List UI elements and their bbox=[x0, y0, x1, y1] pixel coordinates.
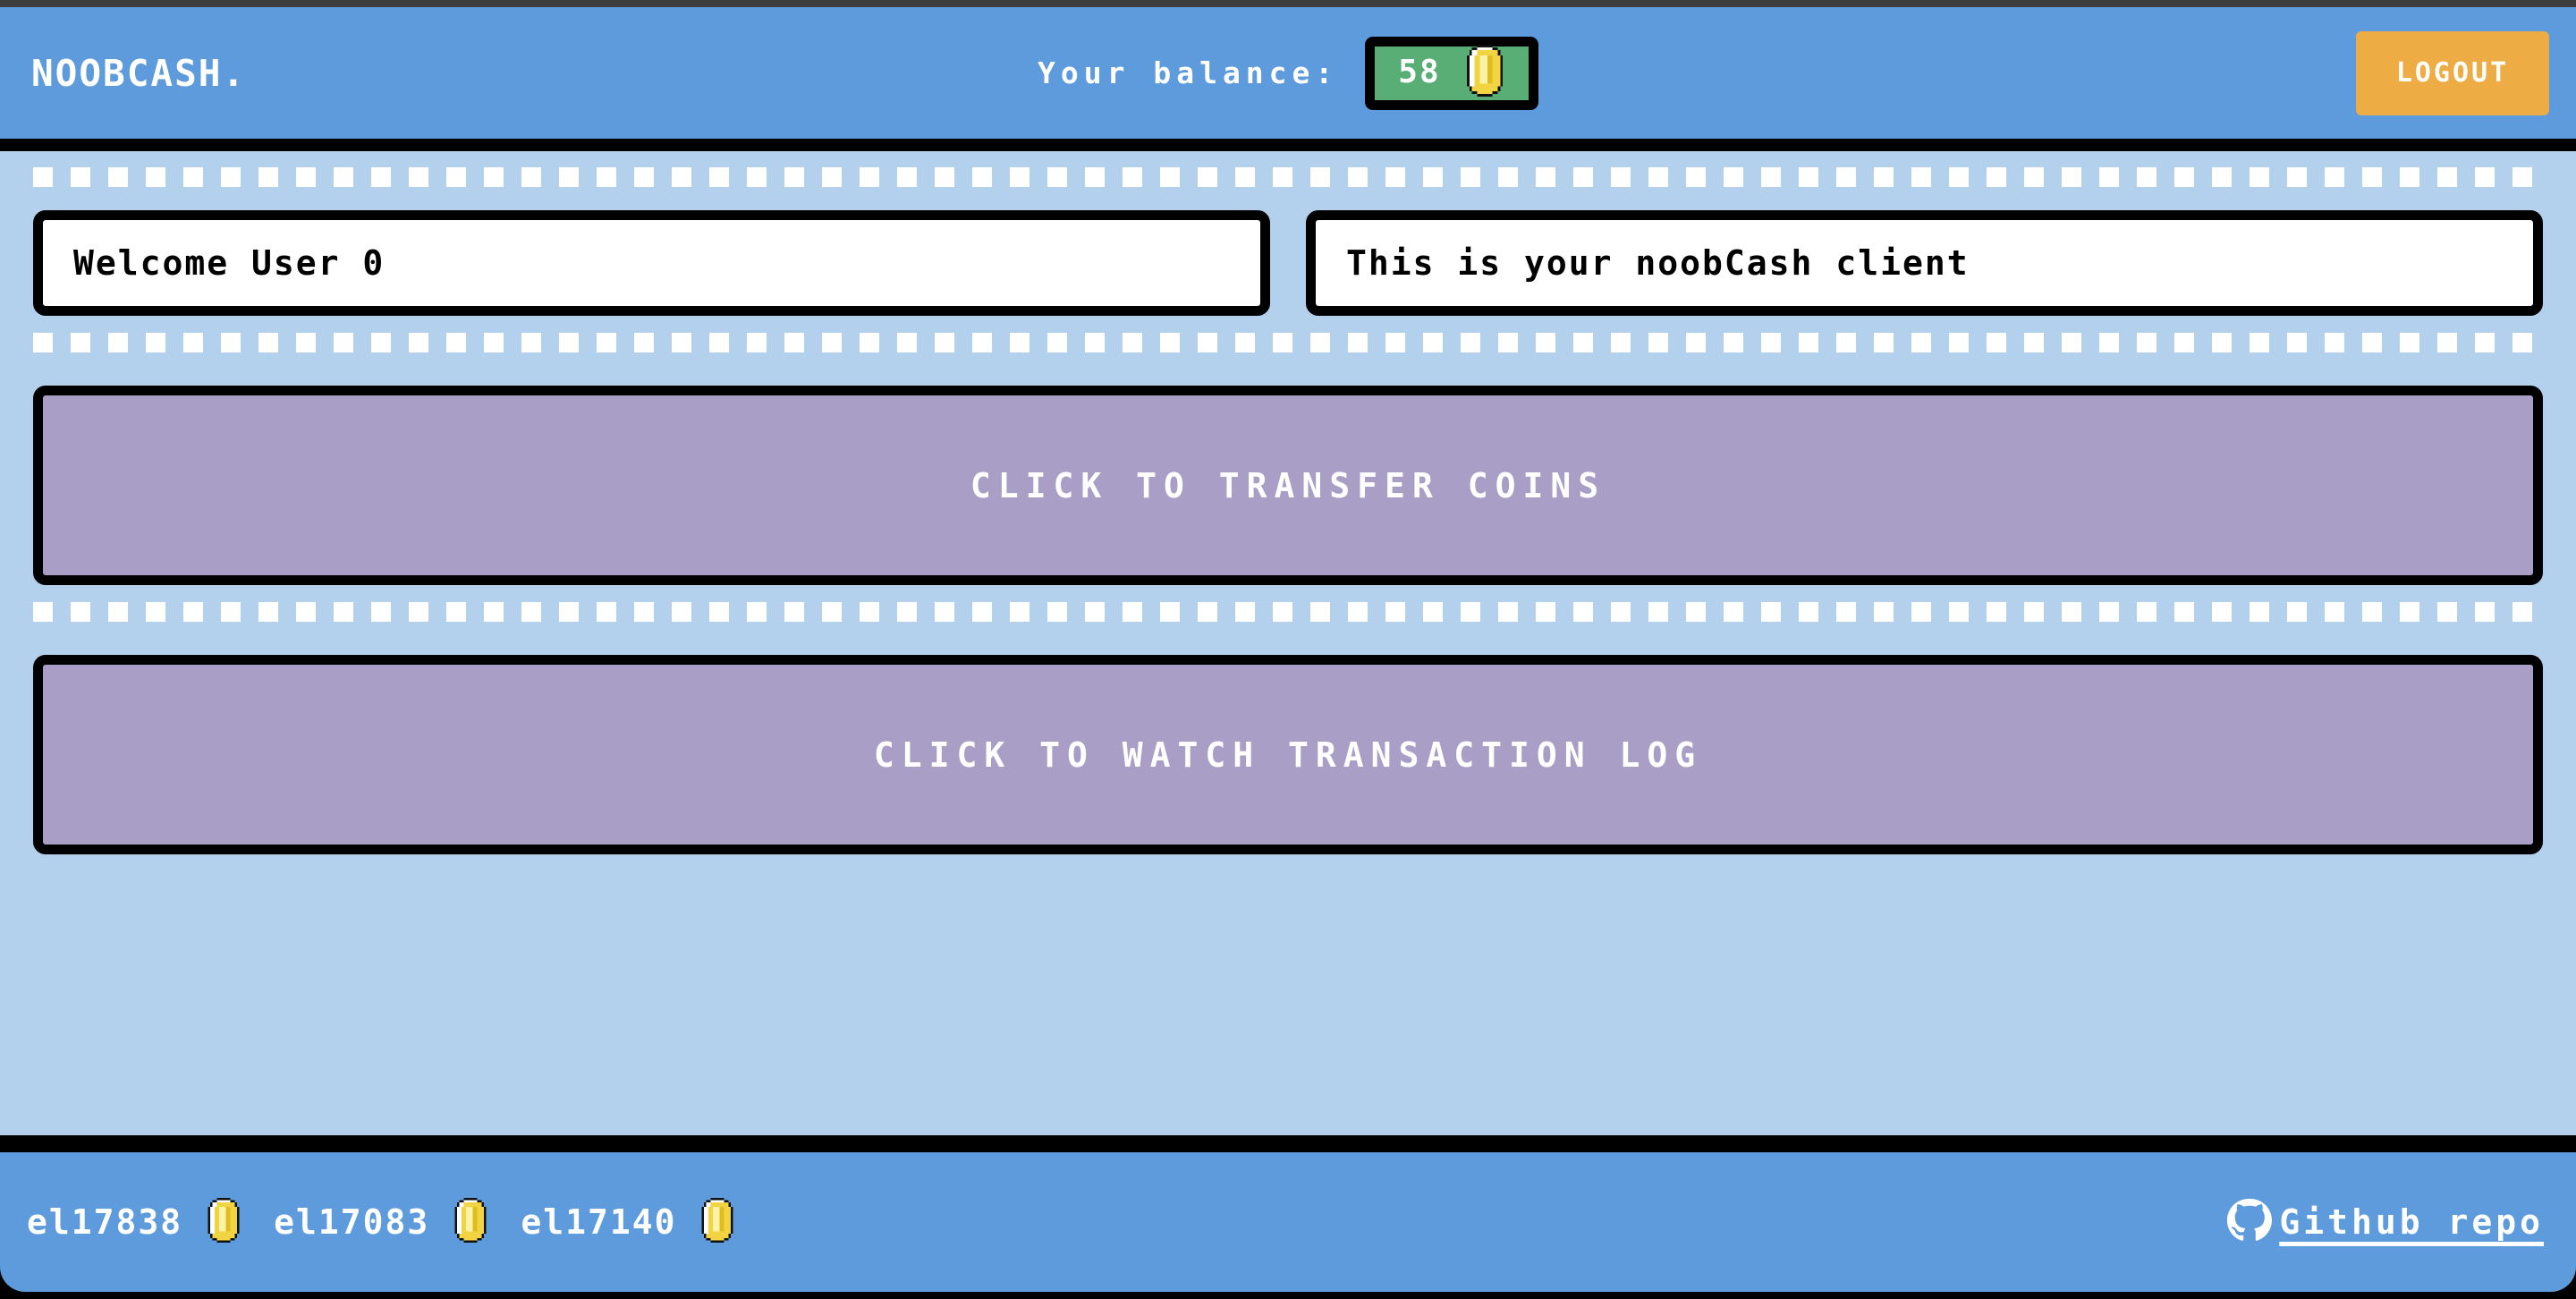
github-icon bbox=[2225, 1197, 2273, 1247]
dotted-divider-top bbox=[33, 167, 2543, 187]
coin-icon bbox=[699, 1197, 735, 1247]
transfer-coins-button[interactable]: CLICK TO TRANSFER COINS bbox=[33, 386, 2543, 585]
peer-list: el17838 el17083 el17140 bbox=[27, 1197, 735, 1247]
app-footer: el17838 el17083 el17140 Github repo bbox=[0, 1152, 2576, 1292]
github-repo-label: Github repo bbox=[2279, 1202, 2544, 1242]
balance-badge: 58 bbox=[1365, 36, 1538, 110]
logout-button[interactable]: LOGOUT bbox=[2356, 30, 2549, 115]
peer-id: el17838 bbox=[27, 1202, 183, 1242]
main-content: Welcome User 0 This is your noobCash cli… bbox=[0, 151, 2576, 1135]
noobcash-app: NOOBCASH. Your balance: 58 LOGOUT Welcom… bbox=[0, 0, 2576, 1299]
coin-icon bbox=[1464, 44, 1505, 100]
footer-divider-bar bbox=[0, 1135, 2576, 1152]
client-text: This is your noobCash client bbox=[1346, 243, 1970, 283]
balance-label: Your balance: bbox=[1038, 55, 1339, 90]
balance-display: Your balance: 58 bbox=[1038, 36, 1538, 110]
peer-item[interactable]: el17140 bbox=[521, 1197, 735, 1247]
app-brand-title: NOOBCASH. bbox=[31, 51, 247, 95]
peer-id: el17083 bbox=[274, 1202, 430, 1242]
github-repo-link[interactable]: Github repo bbox=[2225, 1197, 2544, 1247]
app-header: NOOBCASH. Your balance: 58 LOGOUT bbox=[0, 7, 2576, 139]
header-divider-bar bbox=[0, 139, 2576, 151]
transaction-log-button[interactable]: CLICK TO WATCH TRANSACTION LOG bbox=[33, 655, 2543, 854]
balance-amount: 58 bbox=[1398, 54, 1441, 90]
peer-item[interactable]: el17083 bbox=[274, 1197, 488, 1247]
window-top-strip bbox=[0, 0, 2576, 7]
peer-item[interactable]: el17838 bbox=[27, 1197, 242, 1247]
dotted-divider-lower bbox=[33, 602, 2543, 622]
info-row: Welcome User 0 This is your noobCash cli… bbox=[33, 210, 2543, 316]
coin-icon bbox=[206, 1197, 242, 1247]
welcome-panel: Welcome User 0 bbox=[33, 210, 1270, 316]
peer-id: el17140 bbox=[521, 1202, 677, 1242]
dotted-divider-middle bbox=[33, 333, 2543, 352]
welcome-text: Welcome User 0 bbox=[73, 243, 386, 283]
coin-icon bbox=[453, 1197, 488, 1247]
client-panel: This is your noobCash client bbox=[1306, 210, 2543, 316]
